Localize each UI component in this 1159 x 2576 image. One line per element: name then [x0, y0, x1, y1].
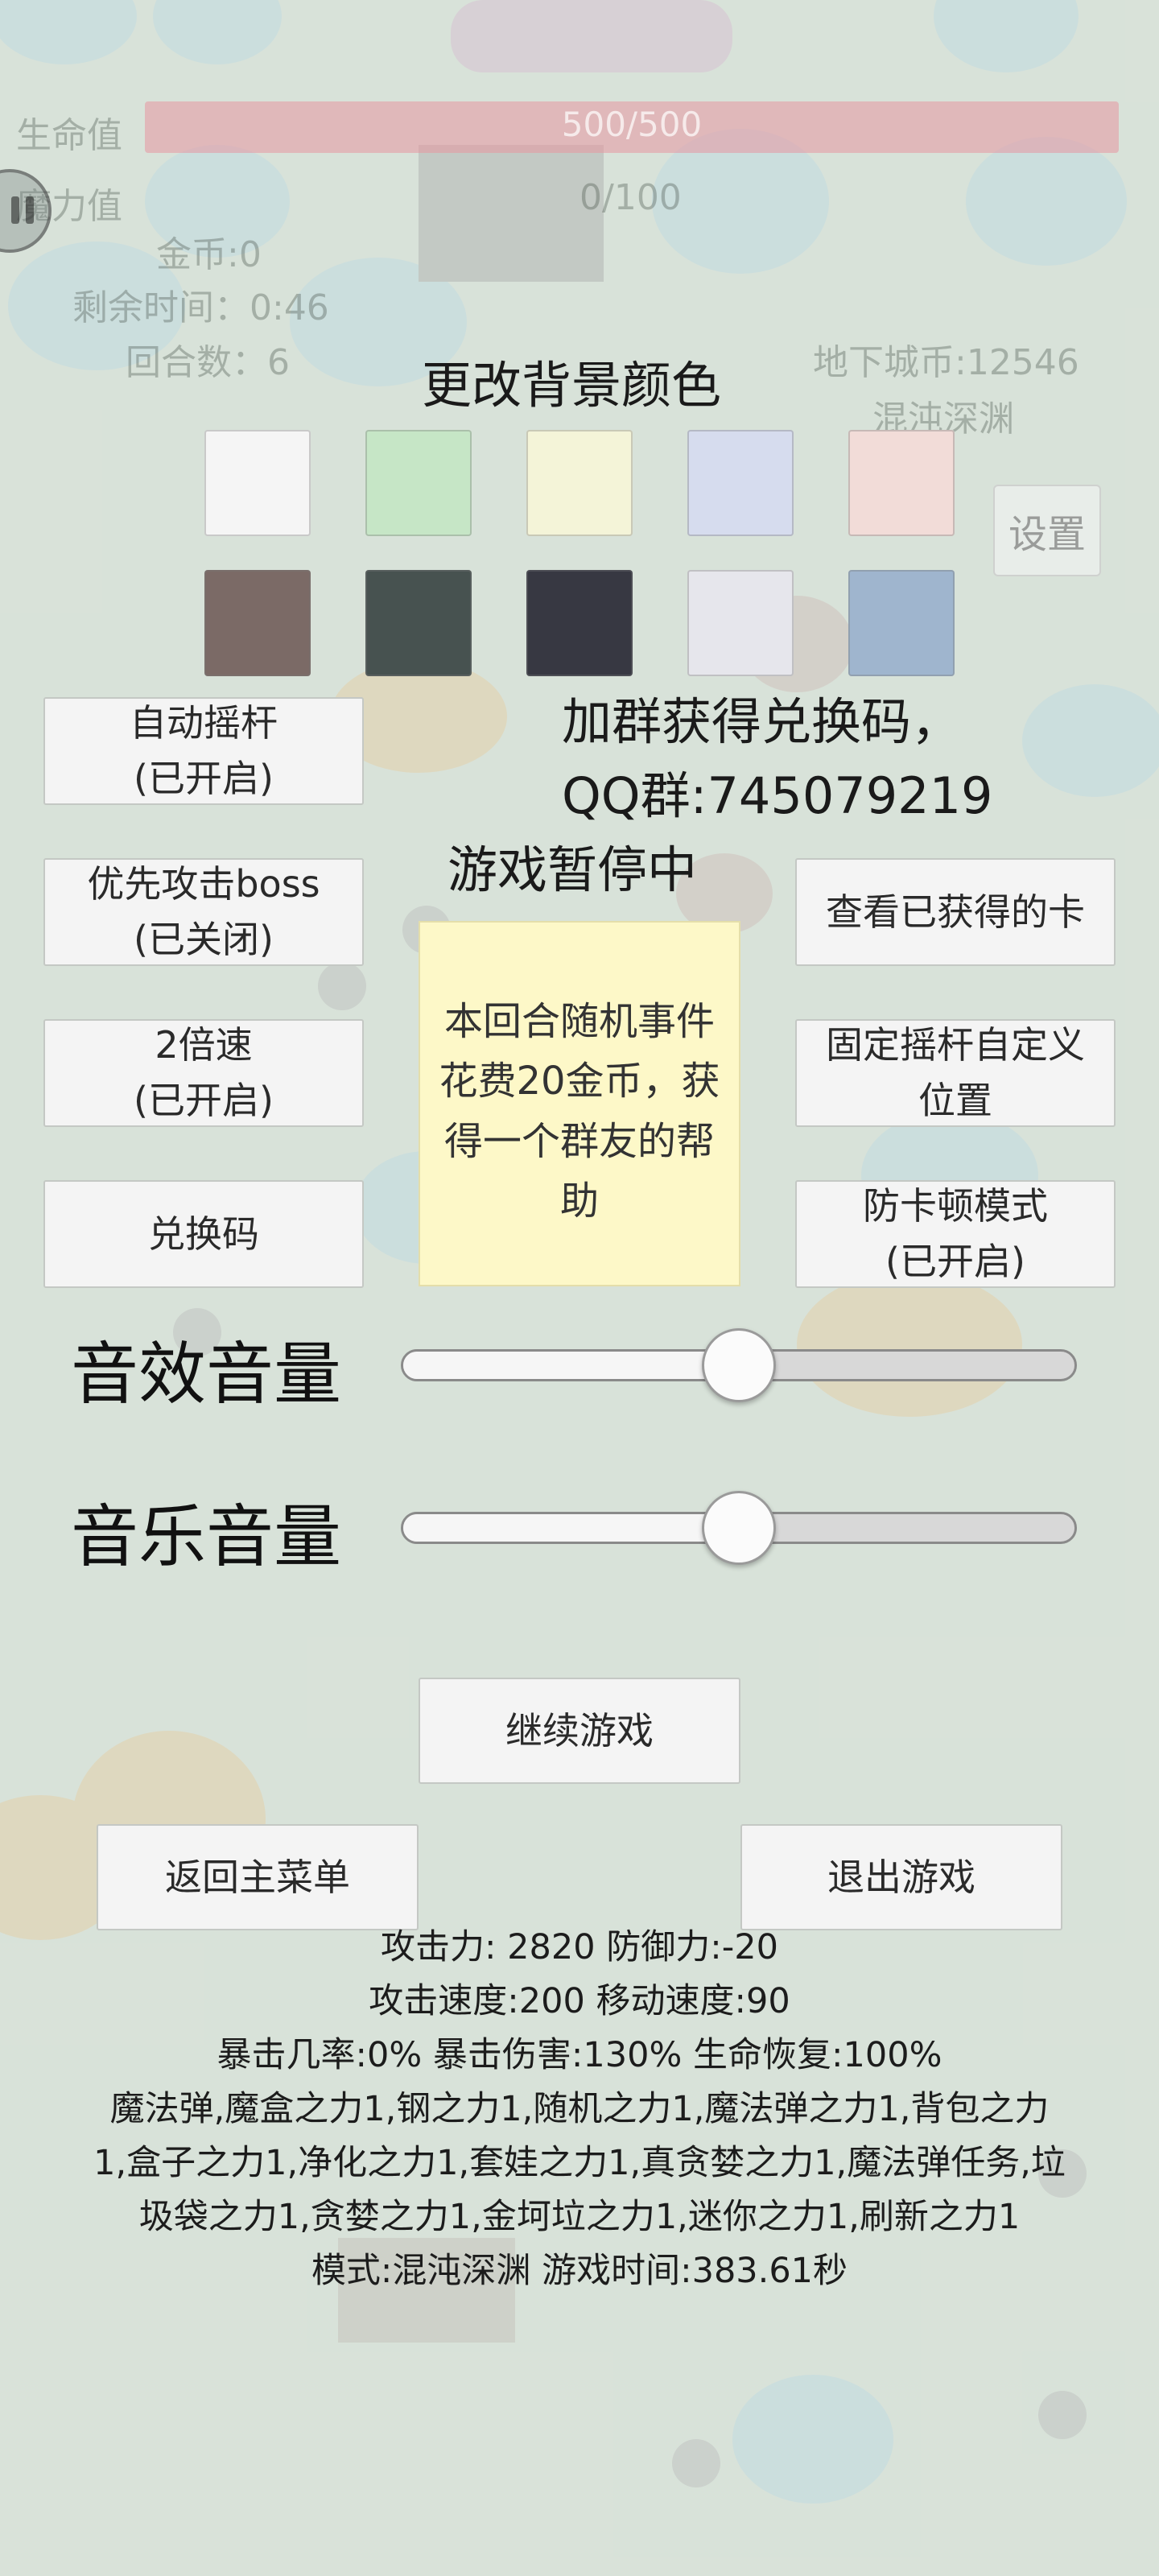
hp-label: 生命值: [16, 115, 122, 156]
stats-panel: 攻击力: 2820 防御力:-20 攻击速度:200 移动速度:90 暴击几率:…: [32, 1921, 1127, 2298]
view-cards-button[interactable]: 查看已获得的卡: [795, 858, 1116, 966]
random-event-card: 本回合随机事件花费20金币，获得一个群友的帮助: [419, 921, 740, 1286]
color-swatch-1[interactable]: [204, 430, 311, 536]
stats-line-speed: 攻击速度:200 移动速度:90: [369, 1981, 790, 2021]
music-volume-fill: [403, 1514, 739, 1542]
prioritize-boss-label: 优先攻击boss: [87, 862, 320, 906]
stats-line-buffs-1: 魔法弹,魔盒之力1,钢之力1,随机之力1,魔法弹之力1,背包之力: [109, 2089, 1050, 2129]
settings-button[interactable]: 设置: [993, 485, 1101, 576]
music-volume-label: 音乐音量: [71, 1497, 342, 1576]
color-swatch-4[interactable]: [687, 430, 794, 536]
mana-value: 0/100: [580, 177, 682, 218]
fixed-joystick-label-2: 位置: [918, 1079, 992, 1122]
stats-line-mode-time: 模式:混沌深渊 游戏时间:383.61秒: [311, 2251, 848, 2291]
prioritize-boss-button[interactable]: 优先攻击boss (已关闭): [43, 858, 364, 966]
color-swatch-2[interactable]: [365, 430, 472, 536]
paused-title: 游戏暂停中: [448, 840, 698, 899]
double-speed-button[interactable]: 2倍速 (已开启): [43, 1019, 364, 1127]
stats-line-buffs-3: 圾袋之力1,贪婪之力1,金坷垃之力1,迷你之力1,刷新之力1: [138, 2197, 1021, 2237]
stats-line-crit: 暴击几率:0% 暴击伤害:130% 生命恢复:100%: [217, 2035, 942, 2075]
auto-joystick-button[interactable]: 自动摇杆 (已开启): [43, 697, 364, 805]
background-color-title: 更改背景颜色: [422, 356, 722, 415]
round-count: 回合数：6: [126, 342, 290, 383]
sfx-volume-thumb[interactable]: [702, 1328, 776, 1402]
game-pause-screen: 500/500 生命值 魔力值 0/100 金币:0 剩余时间：0:46 回合数…: [0, 0, 1159, 2576]
continue-game-button[interactable]: 继续游戏: [419, 1678, 740, 1784]
redeem-code-label: 兑换码: [148, 1212, 259, 1256]
anti-lag-state: (已开启): [885, 1240, 1025, 1283]
sfx-volume-label: 音效音量: [71, 1335, 342, 1414]
dungeon-coins: 地下城币:12546: [813, 342, 1079, 383]
auto-joystick-label: 自动摇杆: [130, 701, 278, 745]
color-swatch-5[interactable]: [848, 430, 955, 536]
continue-game-label: 继续游戏: [505, 1708, 654, 1752]
color-swatch-8[interactable]: [526, 570, 633, 676]
hp-value: 500/500: [561, 105, 703, 144]
group-info-line2: QQ群:745079219: [562, 766, 993, 825]
view-cards-label: 查看已获得的卡: [826, 890, 1085, 934]
anti-lag-button[interactable]: 防卡顿模式 (已开启): [795, 1180, 1116, 1288]
sfx-volume-fill: [403, 1352, 739, 1379]
color-swatch-6[interactable]: [204, 570, 311, 676]
prioritize-boss-state: (已关闭): [134, 918, 274, 961]
stats-line-attack: 攻击力: 2820 防御力:-20: [381, 1927, 778, 1967]
color-swatch-10[interactable]: [848, 570, 955, 676]
anti-lag-label: 防卡顿模式: [863, 1184, 1048, 1228]
double-speed-state: (已开启): [134, 1079, 274, 1122]
double-speed-label: 2倍速: [155, 1023, 253, 1067]
gold-count: 金币:0: [156, 234, 262, 275]
music-volume-thumb[interactable]: [702, 1491, 776, 1565]
fixed-joystick-label: 固定摇杆自定义: [826, 1023, 1085, 1067]
fixed-joystick-button[interactable]: 固定摇杆自定义 位置: [795, 1019, 1116, 1127]
group-info-line1: 加群获得兑换码，: [562, 692, 962, 751]
redeem-code-button[interactable]: 兑换码: [43, 1180, 364, 1288]
color-swatch-7[interactable]: [365, 570, 472, 676]
color-swatch-3[interactable]: [526, 430, 633, 536]
stats-line-buffs-2: 1,盒子之力1,净化之力1,套娃之力1,真贪婪之力1,魔法弹任务,垃: [93, 2143, 1066, 2183]
main-menu-label: 返回主菜单: [165, 1855, 350, 1899]
quit-game-button[interactable]: 退出游戏: [740, 1824, 1062, 1930]
main-menu-button[interactable]: 返回主菜单: [97, 1824, 419, 1930]
color-swatch-9[interactable]: [687, 570, 794, 676]
auto-joystick-state: (已开启): [134, 757, 274, 800]
time-left: 剩余时间：0:46: [72, 287, 329, 328]
quit-game-label: 退出游戏: [827, 1855, 975, 1899]
